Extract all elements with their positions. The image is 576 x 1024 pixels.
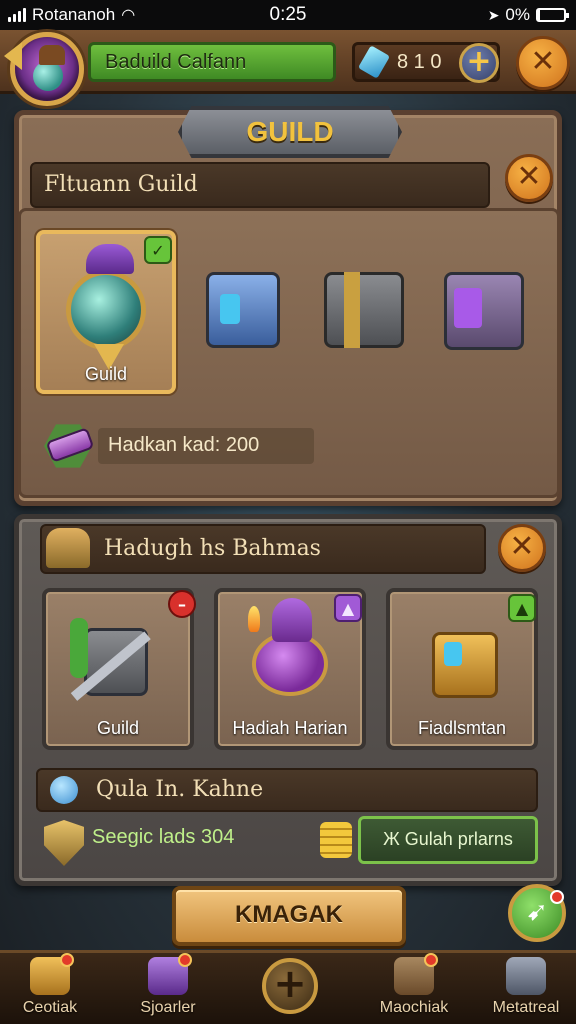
nav-center-add-button[interactable]: + xyxy=(262,958,318,1014)
nav-label: Ceotiak xyxy=(22,999,78,1016)
battery-icon xyxy=(536,8,569,22)
battery-fill xyxy=(538,10,540,20)
blue-chest-icon[interactable] xyxy=(206,272,280,348)
upgrade-badge: ▲ xyxy=(334,594,362,622)
collect-button[interactable]: Ж Gulah prlarns xyxy=(358,816,538,864)
gold-strap-icon xyxy=(344,272,360,348)
wizard-hat-icon xyxy=(86,244,134,274)
blue-gem-icon xyxy=(444,642,462,666)
nav-label: Metatreal xyxy=(492,999,560,1016)
requirement-text: Hadkan kad: 200 xyxy=(98,428,314,464)
flame-icon xyxy=(248,606,260,632)
status-bar: Rotananoh ◠ 0:25 ➤ 0% xyxy=(0,0,576,30)
battery-percent: 0% xyxy=(505,5,530,24)
guild-orb-icon xyxy=(66,270,146,350)
reward-close-button[interactable]: ✕ xyxy=(498,524,546,572)
status-right: ➤ 0% xyxy=(487,5,569,25)
nav-item-3[interactable]: Metatreal xyxy=(478,953,574,1024)
avatar-orb-icon xyxy=(33,61,63,91)
upgrade-badge: ▲ xyxy=(508,594,536,622)
blue-gem-icon xyxy=(220,294,240,324)
hood-icon xyxy=(272,598,312,642)
main-action-button[interactable]: KMAGAK xyxy=(172,886,406,946)
reward-card-daily[interactable]: ▲ Hadiah Harian xyxy=(214,588,366,750)
nav-badge xyxy=(178,953,192,967)
reward-card-label: Guild xyxy=(96,718,140,738)
anvil-icon xyxy=(506,957,546,995)
reward-title: Hadugh hs Bahmas xyxy=(40,524,486,574)
guild-title: Fltuann Guild xyxy=(30,162,490,208)
blue-orb-icon xyxy=(50,776,78,804)
reward-card-chest[interactable]: ▲ Fiadlsmtan xyxy=(386,588,538,750)
nav-badge xyxy=(424,953,438,967)
guild-close-button[interactable]: ✕ xyxy=(505,154,553,202)
player-name: Baduild Calfann xyxy=(88,42,336,82)
selected-check-badge: ✓ xyxy=(144,236,172,264)
coins-icon xyxy=(320,822,352,858)
stat-text: Seegic lads 304 xyxy=(92,826,235,848)
requirement-row: Hadkan kad: 200 xyxy=(38,420,398,470)
gem-icon xyxy=(357,45,391,79)
avatar-arrow-icon xyxy=(4,42,22,70)
purple-gem-icon xyxy=(454,288,482,328)
reward-card-guild[interactable]: – Guild xyxy=(42,588,196,750)
info-bar: Qula In. Kahne xyxy=(36,768,538,812)
nav-badge xyxy=(60,953,74,967)
gem-counter: 8 1 0 + xyxy=(352,42,500,83)
nav-item-2[interactable]: Maochiak xyxy=(366,953,462,1024)
guild-tab[interactable]: GUILD xyxy=(178,106,402,158)
info-text: Qula In. Kahne xyxy=(96,777,264,802)
location-icon: ➤ xyxy=(487,6,500,23)
green-vine-icon xyxy=(70,618,88,678)
arrow-icon: ➹ xyxy=(526,897,548,927)
hat-icon xyxy=(46,528,90,568)
add-gems-button[interactable]: + xyxy=(459,43,499,83)
reward-card-label: Hadiah Harian xyxy=(232,718,348,738)
nav-item-1[interactable]: Sjoarler xyxy=(120,953,216,1024)
reward-card-label: Fiadlsmtan xyxy=(417,718,507,738)
golden-chest-icon xyxy=(432,632,498,698)
guild-item-selected[interactable]: ✓ Guild xyxy=(36,230,176,394)
nav-label: Maochiak xyxy=(379,999,449,1016)
avatar-hat-icon xyxy=(39,45,65,65)
nav-label: Sjoarler xyxy=(140,999,196,1016)
selected-item-label: Guild xyxy=(84,364,128,384)
remove-badge[interactable]: – xyxy=(168,590,196,618)
nav-item-0[interactable]: Ceotiak xyxy=(2,953,98,1024)
gold-chest-icon[interactable] xyxy=(324,272,404,348)
arrow-fab-button[interactable]: ➹ xyxy=(508,884,566,942)
top-close-button[interactable]: ✕ xyxy=(516,36,570,90)
notification-dot xyxy=(550,890,564,904)
gem-count: 8 1 0 xyxy=(397,51,442,73)
